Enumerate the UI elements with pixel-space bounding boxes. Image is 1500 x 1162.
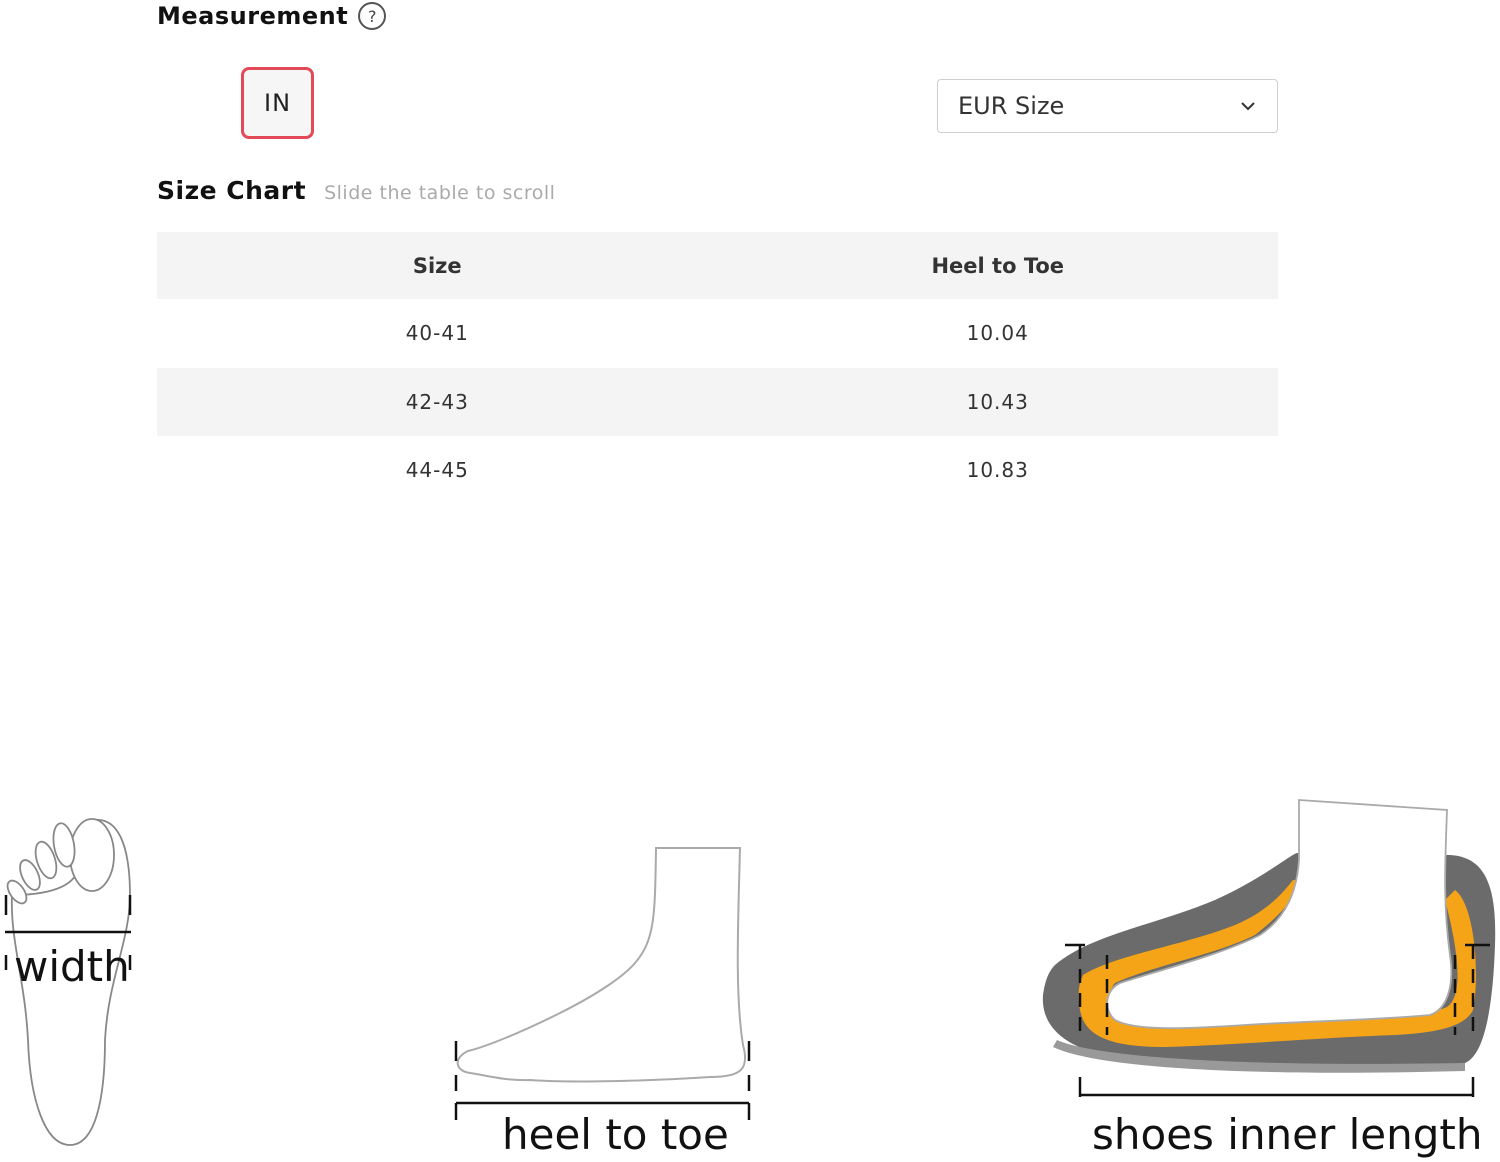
table-header-row: Size Heel to Toe xyxy=(157,232,1278,299)
width-label: width xyxy=(14,942,130,991)
size-chart-title: Size Chart xyxy=(157,176,307,205)
column-header-size: Size xyxy=(412,253,462,278)
measurement-title: Measurement xyxy=(157,2,349,30)
heel-to-toe-cell: 10.04 xyxy=(966,321,1029,346)
heel-to-toe-cell: 10.83 xyxy=(966,458,1029,483)
table-row: 42-43 10.43 xyxy=(157,367,1278,436)
chevron-down-icon xyxy=(1239,97,1257,115)
heel-to-toe-illustration xyxy=(454,847,751,1120)
size-cell: 44-45 xyxy=(405,458,469,483)
size-chart-hint: Slide the table to scroll xyxy=(324,182,556,204)
shoe-inner-length-label: shoes inner length xyxy=(1092,1110,1483,1159)
size-cell: 40-41 xyxy=(405,321,469,346)
size-cell: 42-43 xyxy=(405,389,469,414)
measurement-header: Measurement ? xyxy=(157,0,387,32)
size-table[interactable]: Size Heel to Toe 40-41 10.04 42-43 10.43… xyxy=(157,232,1278,505)
table-row: 44-45 10.83 xyxy=(157,436,1278,505)
unit-in-button[interactable]: IN xyxy=(241,67,314,139)
size-system-select[interactable]: EUR Size xyxy=(937,79,1278,133)
shoe-inner-length-illustration xyxy=(1042,799,1496,1097)
help-icon[interactable]: ? xyxy=(358,2,387,30)
heel-to-toe-cell: 10.43 xyxy=(966,389,1029,414)
table-row: 40-41 10.04 xyxy=(157,299,1278,368)
size-system-value: EUR Size xyxy=(958,92,1065,120)
size-chart-header: Size Chart Slide the table to scroll xyxy=(157,176,555,205)
column-header-heel-to-toe: Heel to Toe xyxy=(931,253,1065,278)
heel-to-toe-label: heel to toe xyxy=(502,1110,729,1159)
